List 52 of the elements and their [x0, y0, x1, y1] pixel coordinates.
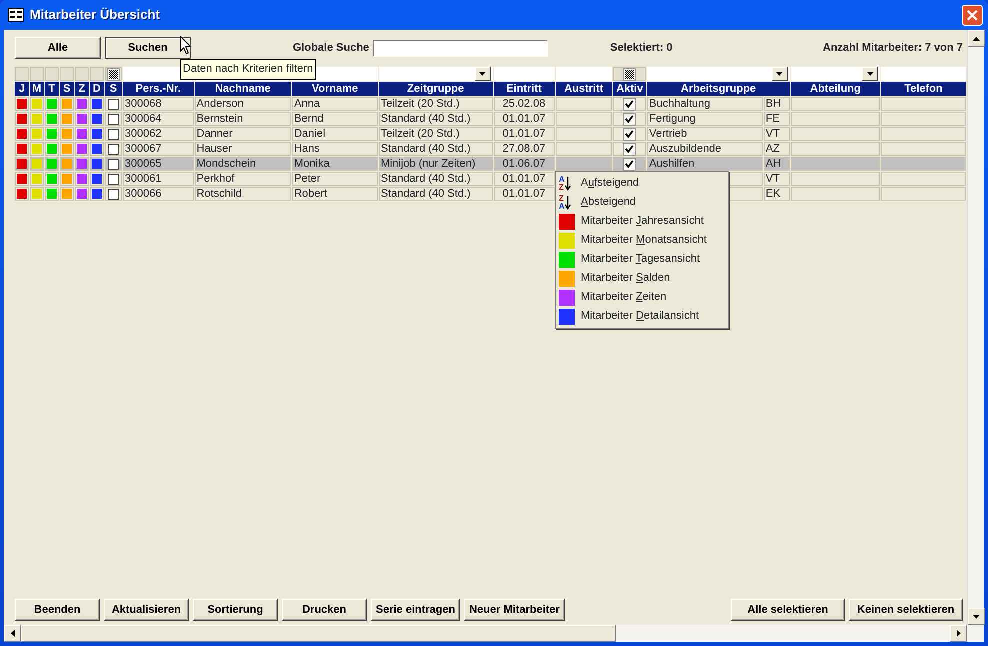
table-cell: VT: [764, 127, 790, 141]
selected-count: Selektiert: 0: [610, 40, 673, 56]
table-cell: Anna: [292, 97, 378, 111]
table-cell: AZ: [764, 142, 790, 156]
table-cell: Hauser: [194, 142, 292, 156]
table-cell: Hans: [292, 142, 378, 156]
table-cell: 300062: [123, 127, 194, 141]
table-cell: Minijob (nur Zeiten): [378, 157, 493, 171]
table-cell: Standard (40 Std.): [378, 142, 493, 156]
table-cell: Monika: [292, 157, 378, 171]
table-cell: Daniel: [292, 127, 378, 141]
table-cell: BH: [764, 97, 790, 111]
search-label: Globale Suche: [293, 40, 370, 56]
table-cell: Auszubildende: [647, 142, 763, 156]
tooltip: Daten nach Kriterien filtern: [180, 59, 316, 80]
table-cell: VT: [764, 172, 790, 186]
table-cell: Perkhof: [194, 172, 292, 186]
table-cell: Fertigung: [647, 112, 763, 126]
table-cell: Peter: [292, 172, 378, 186]
table-cell: 25.02.08: [494, 97, 555, 111]
table-cell: 300064: [123, 112, 194, 126]
table-cell: 300067: [123, 142, 194, 156]
table-cell: Standard (40 Std.): [378, 187, 493, 201]
employee-count: Anzahl Mitarbeiter: 7 von 7: [823, 40, 963, 56]
table-cell: Rotschild: [194, 187, 292, 201]
table-cell: FE: [764, 112, 790, 126]
table-cell: 01.01.07: [494, 112, 555, 126]
table-cell: Bernstein: [194, 112, 292, 126]
table-cell: AH: [764, 157, 790, 171]
table-cell: Teilzeit (20 Std.): [378, 97, 493, 111]
table-cell: Robert: [292, 187, 378, 201]
table-cell: Bernd: [292, 112, 378, 126]
table-cell: Standard (40 Std.): [378, 172, 493, 186]
table-cell: 300061: [123, 172, 194, 186]
table-cell: 300066: [123, 187, 194, 201]
table-cell: 300068: [123, 97, 194, 111]
table-cell: Aushilfen: [647, 157, 763, 171]
table-cell: 01.06.07: [494, 157, 555, 171]
table-cell: Buchhaltung: [647, 97, 763, 111]
table-cell: 01.01.07: [494, 187, 555, 201]
table-cell: Danner: [194, 127, 292, 141]
table-cell: 01.01.07: [494, 127, 555, 141]
table-cell: Teilzeit (20 Std.): [378, 127, 493, 141]
table-cell: Vertrieb: [647, 127, 763, 141]
window-title: Mitarbeiter Übersicht: [30, 6, 160, 24]
table-cell: Standard (40 Std.): [378, 112, 493, 126]
table-cell: 01.01.07: [494, 172, 555, 186]
table-cell: 300065: [123, 157, 194, 171]
table-cell: 27.08.07: [494, 142, 555, 156]
table-cell: Mondschein: [194, 157, 292, 171]
table-cell: Anderson: [194, 97, 292, 111]
table-cell: EK: [764, 187, 790, 201]
